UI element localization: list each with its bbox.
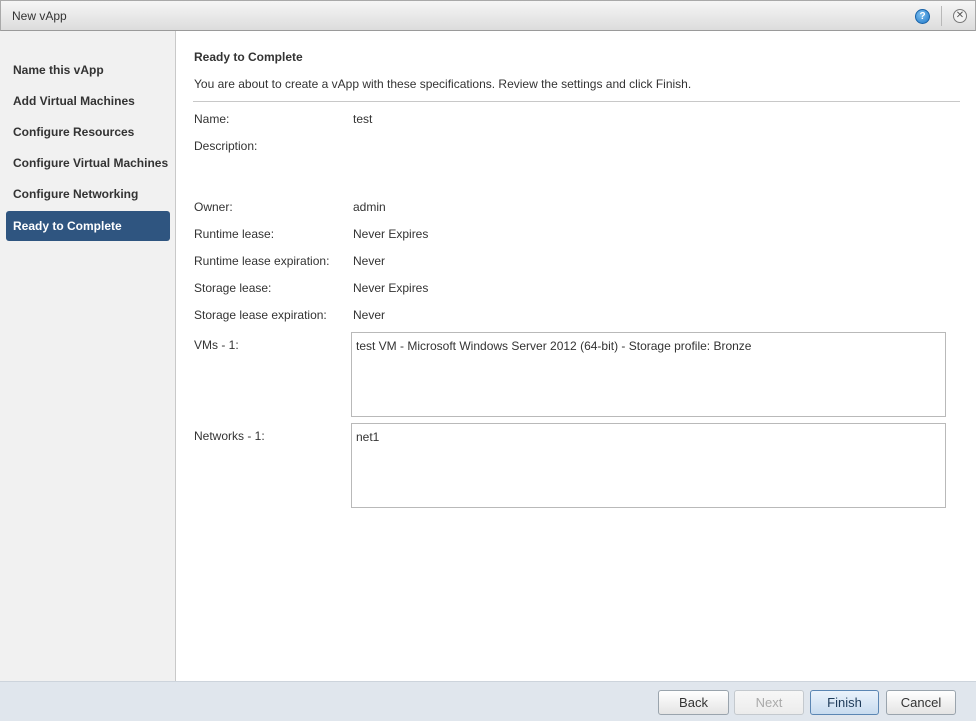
next-button[interactable]: Next: [734, 690, 804, 715]
step-configure-resources[interactable]: Configure Resources: [6, 117, 170, 147]
name-label: Name:: [194, 112, 230, 126]
runtime-lease-expiration-value: Never: [353, 254, 386, 268]
cancel-button[interactable]: Cancel: [886, 690, 956, 715]
description-label: Description:: [194, 139, 258, 153]
finish-button[interactable]: Finish: [810, 690, 879, 715]
close-icon[interactable]: ✕: [953, 9, 967, 23]
intro-text: You are about to create a vApp with thes…: [194, 77, 692, 91]
networks-list-item: net1: [356, 430, 380, 444]
vms-list-box[interactable]: test VM - Microsoft Windows Server 2012 …: [351, 332, 946, 417]
networks-label: Networks - 1:: [194, 429, 265, 443]
networks-list-box[interactable]: net1: [351, 423, 946, 508]
step-add-virtual-machines[interactable]: Add Virtual Machines: [6, 86, 170, 116]
name-value: test: [353, 112, 373, 126]
runtime-lease-expiration-label: Runtime lease expiration:: [194, 254, 330, 268]
step-configure-virtual-machines[interactable]: Configure Virtual Machines: [6, 148, 170, 178]
owner-label: Owner:: [194, 200, 233, 214]
page-title: Ready to Complete: [194, 50, 303, 64]
vms-list-item: test VM - Microsoft Windows Server 2012 …: [356, 339, 752, 353]
step-name-this-vapp[interactable]: Name this vApp: [6, 55, 170, 85]
titlebar-divider: [941, 6, 942, 26]
storage-lease-expiration-value: Never: [353, 308, 386, 322]
dialog-title: New vApp: [12, 9, 67, 23]
vms-label: VMs - 1:: [194, 338, 239, 352]
runtime-lease-label: Runtime lease:: [194, 227, 275, 241]
wizard-steps-sidebar: Name this vApp Add Virtual Machines Conf…: [0, 31, 176, 681]
runtime-lease-value: Never Expires: [353, 227, 429, 241]
step-ready-to-complete[interactable]: Ready to Complete: [6, 211, 170, 241]
dialog-titlebar: New vApp ? ✕: [0, 0, 976, 31]
storage-lease-value: Never Expires: [353, 281, 429, 295]
storage-lease-expiration-label: Storage lease expiration:: [194, 308, 327, 322]
dialog-footer: Back Next Finish Cancel: [0, 681, 976, 721]
summary-panel: Ready to Complete You are about to creat…: [177, 31, 976, 681]
header-divider: [193, 101, 960, 102]
storage-lease-label: Storage lease:: [194, 281, 272, 295]
step-configure-networking[interactable]: Configure Networking: [6, 179, 170, 209]
owner-value: admin: [353, 200, 386, 214]
help-icon[interactable]: ?: [915, 9, 930, 24]
back-button[interactable]: Back: [658, 690, 729, 715]
